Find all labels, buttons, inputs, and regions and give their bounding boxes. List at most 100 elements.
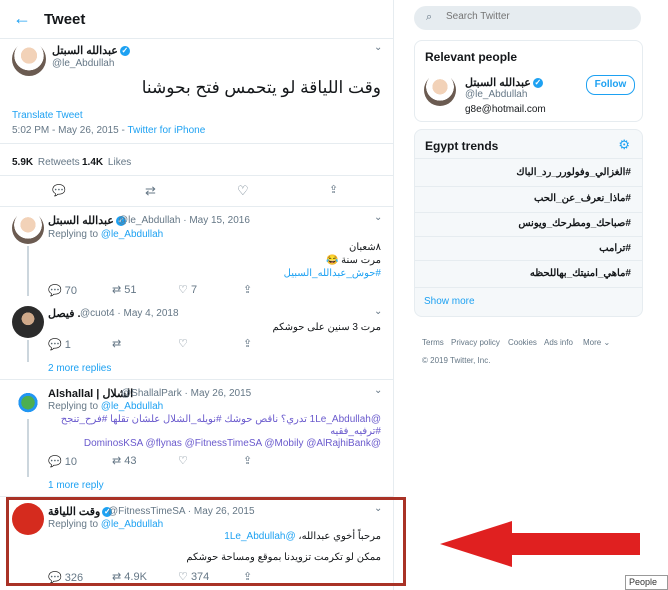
avatar[interactable] [12, 385, 44, 417]
share-icon[interactable]: ⇪ [243, 337, 252, 350]
chevron-down-icon[interactable]: ⌄ [374, 42, 382, 53]
thread-line [27, 246, 29, 296]
divider [415, 236, 642, 237]
copyright: © 2019 Twitter, Inc. [422, 356, 491, 365]
chevron-down-icon[interactable]: ⌄ [374, 306, 382, 317]
person-bio: g8e@hotmail.com [465, 104, 546, 115]
divider [415, 158, 642, 159]
chevron-down-icon[interactable]: ⌄ [374, 212, 382, 223]
avatar[interactable] [12, 212, 44, 244]
trend-item[interactable]: #الغزالي_وفولورر_رد_الباك [516, 167, 631, 178]
likes-stat[interactable]: 1.4K Likes [82, 157, 131, 168]
chevron-down-icon[interactable]: ⌄ [374, 385, 382, 396]
trend-item[interactable]: #ماذا_نعرف_عن_الحب [534, 193, 631, 204]
trends-card: Egypt trends ⚙ #الغزالي_وفولورر_رد_الباك… [414, 129, 643, 317]
translate-link[interactable]: Translate Tweet [12, 110, 83, 121]
gear-icon[interactable]: ⚙ [618, 137, 630, 153]
trend-item[interactable]: #ترامب [599, 243, 631, 254]
author-name[interactable]: عبدالله السبتل ✓ [52, 44, 130, 57]
search-box[interactable]: ⌕ [414, 6, 641, 30]
like-icon[interactable]: ♡ [178, 337, 188, 350]
tweet-text: وقت اللياقة لو يتحمس فتح بحوشنا [141, 78, 381, 97]
divider [415, 287, 642, 288]
tweet-time: 5:02 PM - May 26, 2015 [12, 125, 119, 136]
reply-date[interactable]: May 4, 2018 [124, 308, 179, 319]
divider [415, 212, 642, 213]
divider [0, 175, 393, 176]
reply-icon: 💬 [48, 285, 62, 297]
reply-handle[interactable]: @le_Abdullah [118, 215, 180, 226]
footer-link[interactable]: Ads info [544, 338, 573, 347]
reply-button[interactable]: 💬 10 [48, 455, 77, 468]
reply-text-line: ٨شعبان [349, 242, 381, 253]
hashtag-link[interactable]: #حوش_عبدالله_السبيل [284, 268, 381, 279]
arrow-left-icon[interactable]: ← [13, 8, 31, 29]
reply-button[interactable]: 💬 1 [48, 338, 71, 351]
reply-handle[interactable]: @ShallalPark [121, 388, 182, 399]
avatar[interactable] [424, 74, 456, 106]
footer-link[interactable]: Privacy policy [451, 338, 500, 347]
reply-date[interactable]: May 26, 2015 [191, 388, 252, 399]
trend-item[interactable]: #صباحك_ومطرحك_ويونس [518, 218, 631, 229]
reply-icon: 💬 [48, 456, 62, 468]
share-icon[interactable]: ⇪ [329, 183, 338, 196]
reply-author[interactable]: عبدالله السبتل ✓ [48, 214, 126, 227]
like-icon[interactable]: ♡ [237, 183, 249, 199]
reply-meta: @cuot4 · May 4, 2018 [80, 308, 179, 319]
retweet-icon[interactable]: ⇄ [145, 183, 156, 199]
tweet-meta: 5:02 PM - May 26, 2015 - Twitter for iPh… [12, 125, 206, 136]
avatar[interactable] [12, 42, 46, 76]
reply-button[interactable]: 💬 70 [48, 284, 77, 297]
thread-line [27, 419, 29, 477]
card-title: Relevant people [425, 50, 518, 64]
share-icon[interactable]: ⇪ [243, 283, 252, 296]
reply-author-name[interactable]: فيصل . [48, 307, 81, 320]
footer-link[interactable]: Cookies [508, 338, 537, 347]
retweet-button[interactable]: ⇄ 51 [112, 283, 137, 296]
footer-more-link[interactable]: More ⌄ [583, 338, 610, 347]
card-title: Egypt trends [425, 139, 499, 153]
retweets-stat[interactable]: 5.9K Retweets [12, 157, 80, 168]
divider [415, 260, 642, 261]
person-name[interactable]: عبدالله السبتل ✓ [465, 76, 543, 89]
show-more-link[interactable]: Show more [424, 296, 475, 307]
reply-author-name: عبدالله السبتل [48, 215, 114, 227]
like-icon[interactable]: ♡ [178, 454, 188, 467]
tweet-source[interactable]: Twitter for iPhone [127, 125, 205, 136]
like-count: 7 [190, 284, 198, 296]
replying-label: Replying to [48, 401, 99, 412]
reply-count: 1 [64, 339, 71, 351]
footer-link[interactable]: Terms [422, 338, 444, 347]
tweet-header: ← Tweet [0, 0, 393, 39]
highlight-box [6, 497, 406, 586]
search-input[interactable] [444, 10, 628, 23]
retweet-icon[interactable]: ⇄ [112, 337, 121, 350]
more-replies-link[interactable]: 2 more replies [48, 363, 111, 374]
replying-to-link[interactable]: @le_Abdullah [101, 229, 163, 240]
retweet-icon: ⇄ [112, 455, 122, 467]
likes-label: Likes [107, 157, 132, 168]
retweet-count: 51 [124, 284, 137, 296]
avatar[interactable] [12, 306, 44, 338]
reply-meta: @le_Abdullah · May 15, 2016 [118, 215, 250, 226]
reply-text-line: مرت سنة 😂 [325, 255, 381, 266]
hashtag-link[interactable]: #ترفيه_فقيه [330, 426, 381, 437]
trend-item[interactable]: #ماهي_امنيتك_بهاللحظه [530, 268, 631, 279]
reply-date[interactable]: May 15, 2016 [189, 215, 250, 226]
divider [415, 186, 642, 187]
like-button[interactable]: ♡ 7 [178, 283, 197, 296]
replying-to-link[interactable]: @le_Abdullah [101, 401, 163, 412]
follow-button[interactable]: Follow [586, 75, 635, 95]
person-handle[interactable]: @le_Abdullah [465, 89, 527, 100]
thread-line [27, 340, 29, 362]
people-tab[interactable]: People [625, 575, 668, 590]
author-handle[interactable]: @le_Abdullah [52, 58, 114, 69]
reply-icon[interactable]: 💬 [52, 184, 66, 197]
mentions-line[interactable]: @DominosKSA @flynas @FitnessTimeSA @Mobi… [84, 438, 381, 449]
replying-to: Replying to @le_Abdullah [48, 229, 163, 240]
retweet-button[interactable]: ⇄ 43 [112, 454, 137, 467]
share-icon[interactable]: ⇪ [243, 454, 252, 467]
author-name-text: عبدالله السبتل [52, 45, 118, 57]
reply-handle[interactable]: @cuot4 [80, 308, 115, 319]
more-replies-link[interactable]: 1 more reply [48, 480, 104, 491]
